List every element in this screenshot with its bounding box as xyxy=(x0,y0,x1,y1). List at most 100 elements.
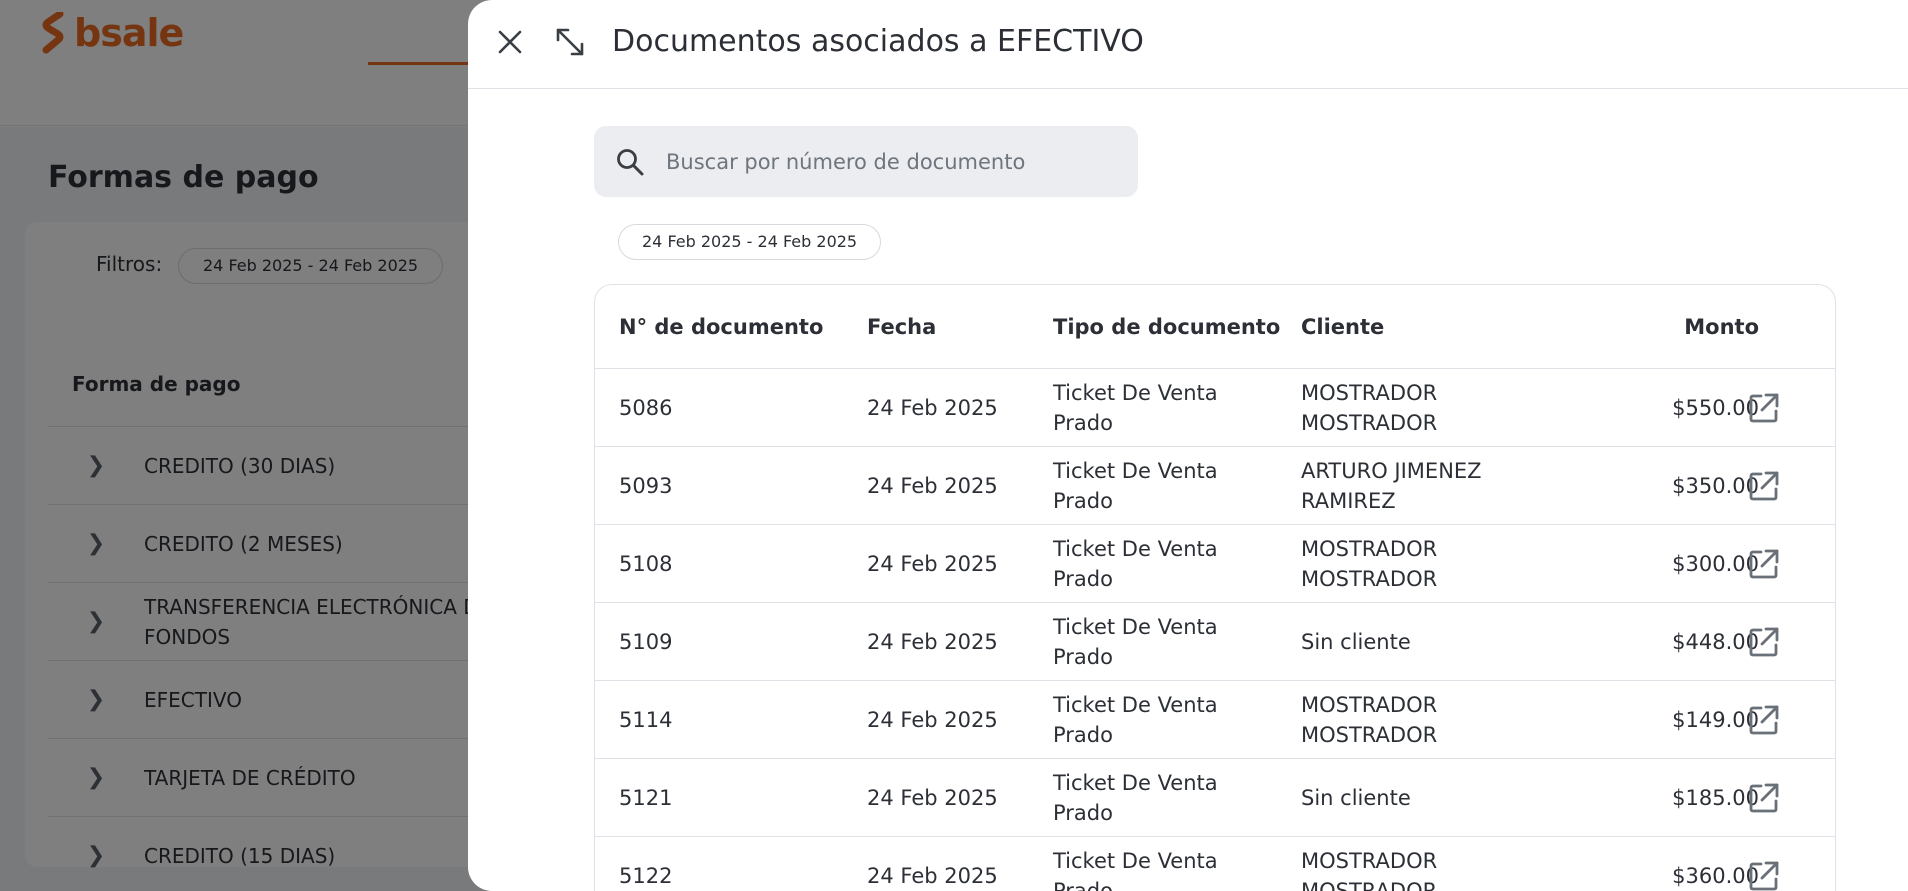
doc-number-text: 5093 xyxy=(619,474,673,498)
cell-doc-type: Ticket De Venta Prado xyxy=(1053,681,1243,759)
header-doc-number[interactable]: N° de documento xyxy=(619,285,823,369)
doc-number-text: 5109 xyxy=(619,630,673,654)
amount-text: $360.00 xyxy=(1672,864,1759,888)
cell-doc-number: 5086 xyxy=(619,369,672,447)
doc-type-text: Ticket De Venta Prado xyxy=(1053,537,1218,591)
amount-text: $350.00 xyxy=(1672,474,1759,498)
cell-amount: $360.00 xyxy=(1579,837,1759,891)
external-link-icon[interactable] xyxy=(1747,703,1781,737)
cell-date: 24 Feb 2025 xyxy=(867,369,998,447)
header-date[interactable]: Fecha xyxy=(867,285,936,369)
client-text: MOSTRADOR MOSTRADOR xyxy=(1301,849,1438,891)
table-row[interactable]: 5114 24 Feb 2025 Ticket De Venta Prado M… xyxy=(595,681,1835,759)
external-link-icon[interactable] xyxy=(1747,781,1781,815)
expand-button[interactable] xyxy=(550,22,590,62)
close-button[interactable] xyxy=(490,22,530,62)
external-link-icon[interactable] xyxy=(1747,625,1781,659)
doc-type-text: Ticket De Venta Prado xyxy=(1053,615,1218,669)
cell-doc-number: 5093 xyxy=(619,447,672,525)
date-text: 24 Feb 2025 xyxy=(867,396,998,420)
cell-date: 24 Feb 2025 xyxy=(867,759,998,837)
date-text: 24 Feb 2025 xyxy=(867,708,998,732)
table-row[interactable]: 5122 24 Feb 2025 Ticket De Venta Prado M… xyxy=(595,837,1835,891)
modal-header: Documentos asociados a EFECTIVO xyxy=(468,0,1908,89)
doc-type-text: Ticket De Venta Prado xyxy=(1053,849,1218,891)
doc-number-text: 5121 xyxy=(619,786,673,810)
expand-icon xyxy=(556,28,584,56)
external-link-icon[interactable] xyxy=(1747,469,1781,503)
cell-doc-type: Ticket De Venta Prado xyxy=(1053,525,1243,603)
amount-text: $300.00 xyxy=(1672,552,1759,576)
cell-amount: $448.00 xyxy=(1579,603,1759,681)
date-text: 24 Feb 2025 xyxy=(867,864,998,888)
amount-text: $448.00 xyxy=(1672,630,1759,654)
cell-date: 24 Feb 2025 xyxy=(867,447,998,525)
cell-client: MOSTRADOR MOSTRADOR xyxy=(1301,369,1501,447)
client-text: Sin cliente xyxy=(1301,786,1411,810)
cell-client: ARTURO JIMENEZ RAMIREZ xyxy=(1301,447,1501,525)
cell-doc-type: Ticket De Venta Prado xyxy=(1053,369,1243,447)
cell-amount: $350.00 xyxy=(1579,447,1759,525)
table-row[interactable]: 5108 24 Feb 2025 Ticket De Venta Prado M… xyxy=(595,525,1835,603)
doc-number-text: 5122 xyxy=(619,864,673,888)
amount-text: $550.00 xyxy=(1672,396,1759,420)
client-text: MOSTRADOR MOSTRADOR xyxy=(1301,381,1438,435)
date-text: 24 Feb 2025 xyxy=(867,786,998,810)
cell-amount: $550.00 xyxy=(1579,369,1759,447)
date-text: 24 Feb 2025 xyxy=(867,630,998,654)
doc-number-text: 5086 xyxy=(619,396,673,420)
cell-doc-number: 5122 xyxy=(619,837,672,891)
cell-date: 24 Feb 2025 xyxy=(867,681,998,759)
table-row[interactable]: 5121 24 Feb 2025 Ticket De Venta Prado S… xyxy=(595,759,1835,837)
client-text: ARTURO JIMENEZ RAMIREZ xyxy=(1301,459,1482,513)
cell-client: MOSTRADOR MOSTRADOR xyxy=(1301,525,1501,603)
client-text: MOSTRADOR MOSTRADOR xyxy=(1301,693,1438,747)
search-icon xyxy=(594,147,666,177)
date-text: 24 Feb 2025 xyxy=(867,474,998,498)
cell-amount: $300.00 xyxy=(1579,525,1759,603)
amount-text: $149.00 xyxy=(1672,708,1759,732)
client-text: MOSTRADOR MOSTRADOR xyxy=(1301,537,1438,591)
date-text: 24 Feb 2025 xyxy=(867,552,998,576)
external-link-icon[interactable] xyxy=(1747,391,1781,425)
external-link-icon[interactable] xyxy=(1747,859,1781,891)
client-text: Sin cliente xyxy=(1301,630,1411,654)
cell-doc-number: 5109 xyxy=(619,603,672,681)
cell-client: Sin cliente xyxy=(1301,759,1501,837)
cell-date: 24 Feb 2025 xyxy=(867,525,998,603)
table-row[interactable]: 5109 24 Feb 2025 Ticket De Venta Prado S… xyxy=(595,603,1835,681)
cell-doc-type: Ticket De Venta Prado xyxy=(1053,447,1243,525)
doc-number-text: 5108 xyxy=(619,552,673,576)
header-amount[interactable]: Monto xyxy=(1579,285,1759,369)
table-header: N° de documento Fecha Tipo de documento … xyxy=(595,285,1835,369)
doc-type-text: Ticket De Venta Prado xyxy=(1053,693,1218,747)
cell-doc-type: Ticket De Venta Prado xyxy=(1053,837,1243,891)
doc-type-text: Ticket De Venta Prado xyxy=(1053,381,1218,435)
cell-date: 24 Feb 2025 xyxy=(867,837,998,891)
cell-doc-type: Ticket De Venta Prado xyxy=(1053,603,1243,681)
cell-doc-number: 5121 xyxy=(619,759,672,837)
table-row[interactable]: 5093 24 Feb 2025 Ticket De Venta Prado A… xyxy=(595,447,1835,525)
date-filter-chip[interactable]: 24 Feb 2025 - 24 Feb 2025 xyxy=(618,224,882,260)
cell-client: Sin cliente xyxy=(1301,603,1501,681)
doc-type-text: Ticket De Venta Prado xyxy=(1053,771,1218,825)
header-client[interactable]: Cliente xyxy=(1301,285,1384,369)
search-input[interactable] xyxy=(666,149,1106,174)
table-row[interactable]: 5086 24 Feb 2025 Ticket De Venta Prado M… xyxy=(595,369,1835,447)
header-doc-type[interactable]: Tipo de documento xyxy=(1053,285,1280,369)
cell-doc-type: Ticket De Venta Prado xyxy=(1053,759,1243,837)
documents-modal: Documentos asociados a EFECTIVO 24 Feb 2… xyxy=(468,0,1908,891)
cell-doc-number: 5114 xyxy=(619,681,672,759)
cell-doc-number: 5108 xyxy=(619,525,672,603)
doc-number-text: 5114 xyxy=(619,708,673,732)
close-icon xyxy=(498,30,522,54)
cell-date: 24 Feb 2025 xyxy=(867,603,998,681)
documents-table: N° de documento Fecha Tipo de documento … xyxy=(594,284,1836,891)
cell-amount: $185.00 xyxy=(1579,759,1759,837)
search-field[interactable] xyxy=(594,126,1138,197)
amount-text: $185.00 xyxy=(1672,786,1759,810)
cell-client: MOSTRADOR MOSTRADOR xyxy=(1301,837,1501,891)
external-link-icon[interactable] xyxy=(1747,547,1781,581)
doc-type-text: Ticket De Venta Prado xyxy=(1053,459,1218,513)
modal-title: Documentos asociados a EFECTIVO xyxy=(612,24,1144,59)
